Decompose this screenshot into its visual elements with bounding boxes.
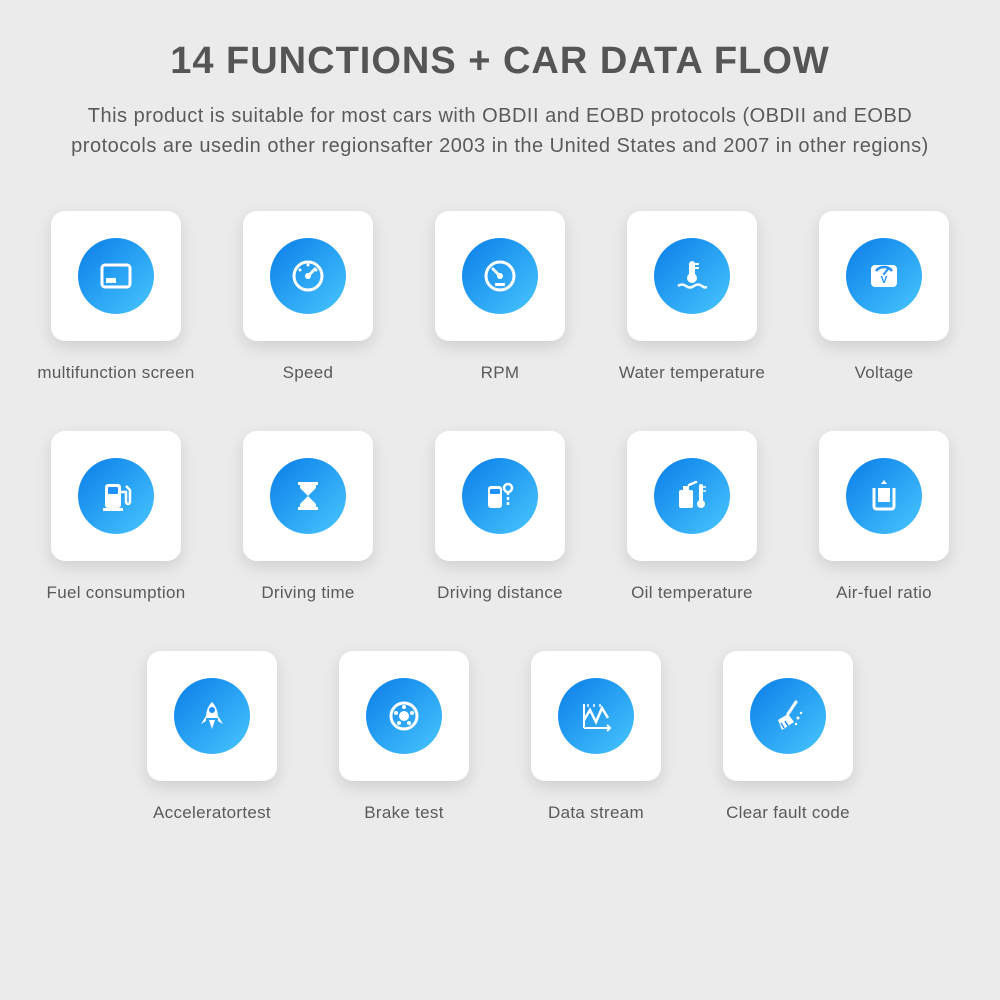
- fuel-pump-icon: [78, 458, 154, 534]
- feature-cell: multifunction screen: [51, 211, 181, 383]
- feature-cell: Speed: [243, 211, 373, 383]
- container-icon: [846, 458, 922, 534]
- page-title: 14 FUNCTIONS + CAR DATA FLOW: [50, 40, 950, 83]
- broom-icon: [750, 678, 826, 754]
- feature-label: Voltage: [855, 363, 914, 383]
- feature-card: [531, 651, 661, 781]
- feature-cell: Driving time: [243, 431, 373, 603]
- distance-icon: [462, 458, 538, 534]
- feature-cell: Acceleratortest: [147, 651, 277, 823]
- features-row: multifunction screen Speed RPM: [50, 211, 950, 383]
- feature-cell: Oil temperature: [627, 431, 757, 603]
- feature-cell: RPM: [435, 211, 565, 383]
- feature-card: [435, 211, 565, 341]
- feature-card: [627, 431, 757, 561]
- feature-card: [819, 431, 949, 561]
- features-grid: multifunction screen Speed RPM: [50, 211, 950, 823]
- feature-cell: Fuel consumption: [51, 431, 181, 603]
- feature-label: Brake test: [364, 803, 444, 823]
- rocket-icon: [174, 678, 250, 754]
- gauge-icon: [270, 238, 346, 314]
- feature-label: Clear fault code: [726, 803, 850, 823]
- feature-card: [51, 431, 181, 561]
- feature-card: [627, 211, 757, 341]
- hourglass-icon: [270, 458, 346, 534]
- feature-label: Oil temperature: [631, 583, 753, 603]
- feature-label: Speed: [283, 363, 334, 383]
- feature-label: Air-fuel ratio: [836, 583, 932, 603]
- feature-card: V: [819, 211, 949, 341]
- feature-label: Water temperature: [619, 363, 765, 383]
- feature-card: [243, 211, 373, 341]
- voltage-icon: V: [846, 238, 922, 314]
- gauge-icon: [462, 238, 538, 314]
- feature-label: Fuel consumption: [47, 583, 186, 603]
- features-row: Acceleratortest Brake test Data stream: [50, 651, 950, 823]
- feature-cell: Clear fault code: [723, 651, 853, 823]
- feature-cell: Water temperature: [627, 211, 757, 383]
- feature-cell: Driving distance: [435, 431, 565, 603]
- feature-card: [339, 651, 469, 781]
- feature-card: [147, 651, 277, 781]
- feature-cell: Air-fuel ratio: [819, 431, 949, 603]
- feature-card: [243, 431, 373, 561]
- feature-card: [723, 651, 853, 781]
- page-subtitle: This product is suitable for most cars w…: [70, 101, 930, 161]
- feature-cell: Data stream: [531, 651, 661, 823]
- feature-label: multifunction screen: [37, 363, 194, 383]
- screen-icon: [78, 238, 154, 314]
- feature-label: Acceleratortest: [153, 803, 271, 823]
- feature-cell: Brake test: [339, 651, 469, 823]
- feature-card: [51, 211, 181, 341]
- feature-label: Driving distance: [437, 583, 563, 603]
- feature-label: Data stream: [548, 803, 644, 823]
- oil-thermometer-icon: [654, 458, 730, 534]
- thermometer-waves-icon: [654, 238, 730, 314]
- feature-cell: V Voltage: [819, 211, 949, 383]
- feature-label: RPM: [481, 363, 520, 383]
- feature-label: Driving time: [261, 583, 354, 603]
- brake-icon: [366, 678, 442, 754]
- svg-text:V: V: [881, 275, 888, 286]
- waveform-icon: [558, 678, 634, 754]
- feature-card: [435, 431, 565, 561]
- features-row: Fuel consumption Driving time Driving di…: [50, 431, 950, 603]
